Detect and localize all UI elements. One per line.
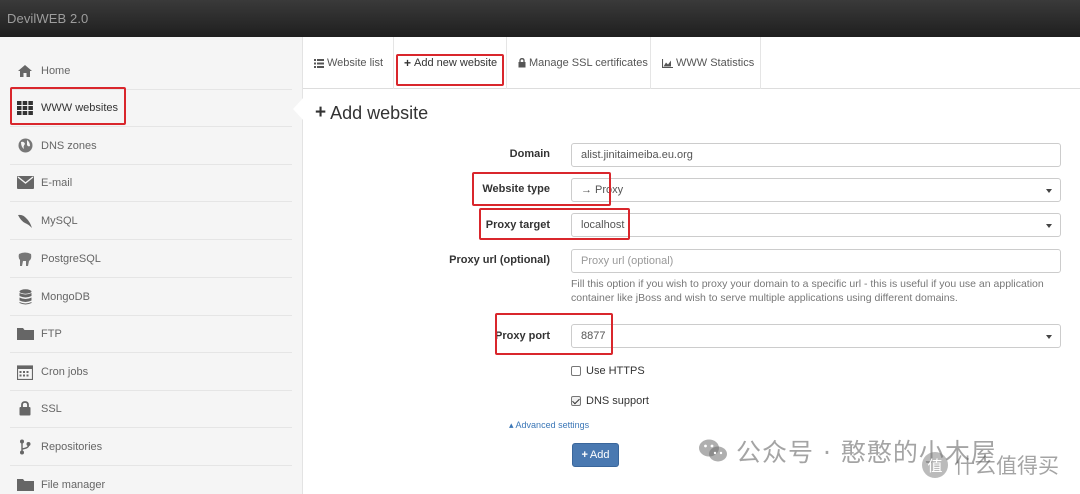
sidebar-item-label: File manager	[41, 478, 106, 491]
sidebar-item-cron-jobs[interactable]: Cron jobs	[10, 353, 292, 391]
sidebar-item-email[interactable]: E-mail	[10, 164, 292, 202]
proxy-target-select[interactable]: localhost	[571, 213, 1061, 237]
globe-icon	[16, 137, 34, 155]
sidebar-item-postgresql[interactable]: PostgreSQL	[10, 240, 292, 278]
proxy-target-value: localhost	[581, 219, 625, 231]
domain-label: Domain	[509, 148, 550, 160]
proxy-target-label: Proxy target	[485, 219, 550, 231]
watermark-smzdm: 值 什么值得买	[922, 450, 1059, 480]
sidebar-item-label: Repositories	[41, 440, 103, 453]
plus-icon: +	[315, 102, 327, 123]
database-icon	[16, 288, 34, 306]
proxy-url-input[interactable]	[571, 249, 1061, 273]
tab-label: Website list	[327, 57, 384, 69]
dolphin-icon	[16, 212, 34, 230]
proxy-port-label: Proxy port	[494, 330, 550, 342]
website-type-label: Website type	[482, 183, 550, 195]
checkbox-box-checked[interactable]	[571, 396, 581, 406]
website-type-select[interactable]: → Proxy	[571, 178, 1061, 202]
sidebar-item-mysql[interactable]: MySQL	[10, 202, 292, 240]
advanced-settings-link[interactable]: ▴ Advanced settings	[509, 420, 589, 431]
envelope-icon	[16, 174, 34, 192]
proxy-port-value: 8877	[581, 330, 606, 342]
tab-website-list[interactable]: Website list	[303, 37, 394, 89]
sidebar-item-file-manager[interactable]: File manager	[10, 466, 292, 494]
sidebar-item-label: MongoDB	[41, 290, 90, 303]
elephant-icon	[16, 250, 34, 268]
sidebar-item-www-websites[interactable]: WWW websites	[10, 89, 292, 127]
lock-icon	[16, 400, 34, 418]
sidebar-item-label: SSL	[41, 402, 62, 415]
tab-bar: Website list + Add new website Manage SS…	[303, 37, 1080, 89]
list-icon	[314, 58, 324, 68]
active-indicator-arrow	[293, 97, 304, 121]
sidebar-item-repositories[interactable]: Repositories	[10, 428, 292, 466]
watermark-text-2: 什么值得买	[954, 454, 1059, 478]
use-https-checkbox[interactable]: Use HTTPS	[571, 365, 645, 377]
checkbox-box[interactable]	[571, 366, 581, 376]
proxy-url-label: Proxy url (optional)	[449, 254, 550, 266]
sidebar-item-label: Cron jobs	[41, 365, 89, 378]
tab-add-new-website[interactable]: + Add new website	[394, 37, 507, 89]
page-title: + Add website	[315, 102, 428, 124]
top-navbar: DevilWEB 2.0	[0, 0, 1080, 37]
folder-icon	[16, 476, 34, 494]
add-button[interactable]: + Add	[572, 443, 619, 467]
wechat-icon	[698, 438, 728, 464]
domain-input[interactable]: alist.jinitaimeiba.eu.org	[571, 143, 1061, 167]
sidebar-item-label: E-mail	[41, 176, 73, 189]
folder-icon	[16, 325, 34, 343]
sidebar-item-ssl[interactable]: SSL	[10, 390, 292, 428]
tab-www-statistics[interactable]: WWW Statistics	[651, 37, 761, 89]
branch-icon	[16, 438, 34, 456]
page-title-text: Add website	[330, 102, 429, 123]
home-icon	[16, 62, 34, 80]
sidebar: Home WWW websites DNS zones E-mail MySQL…	[0, 37, 303, 494]
proxy-port-select[interactable]: 8877	[571, 324, 1061, 348]
domain-value: alist.jinitaimeiba.eu.org	[581, 149, 693, 161]
tab-label: Add new website	[414, 57, 498, 69]
website-type-value: Proxy	[595, 184, 624, 196]
add-button-label: Add	[589, 449, 610, 461]
lock-icon	[518, 58, 526, 68]
sidebar-item-label: Home	[41, 64, 71, 77]
sidebar-item-label: FTP	[41, 327, 62, 340]
advanced-settings-label: Advanced settings	[515, 420, 590, 430]
tab-manage-ssl[interactable]: Manage SSL certificates	[507, 37, 651, 89]
smzdm-logo-icon: 值	[922, 452, 948, 478]
plus-icon: +	[404, 56, 412, 70]
arrow-right-icon: →	[581, 184, 592, 196]
sidebar-item-label: MySQL	[41, 214, 78, 227]
tab-label: WWW Statistics	[676, 57, 755, 69]
sidebar-item-mongodb[interactable]: MongoDB	[10, 278, 292, 316]
dns-support-label: DNS support	[586, 395, 649, 407]
sidebar-item-home[interactable]: Home	[10, 52, 292, 90]
sidebar-item-dns-zones[interactable]: DNS zones	[10, 127, 292, 165]
grid-icon	[16, 99, 34, 117]
sidebar-item-label: WWW websites	[41, 101, 118, 114]
plus-icon: +	[581, 449, 588, 461]
chart-icon	[662, 58, 673, 68]
app-title: DevilWEB 2.0	[7, 11, 89, 26]
use-https-label: Use HTTPS	[586, 365, 645, 377]
dns-support-checkbox[interactable]: DNS support	[571, 395, 649, 407]
proxy-url-help-text: Fill this option if you wish to proxy yo…	[571, 278, 1044, 304]
caret-up-icon: ▴	[509, 420, 514, 430]
sidebar-item-label: DNS zones	[41, 139, 97, 152]
tab-label: Manage SSL certificates	[529, 57, 648, 69]
sidebar-item-ftp[interactable]: FTP	[10, 315, 292, 353]
calendar-icon	[16, 363, 34, 381]
sidebar-item-label: PostgreSQL	[41, 252, 101, 265]
